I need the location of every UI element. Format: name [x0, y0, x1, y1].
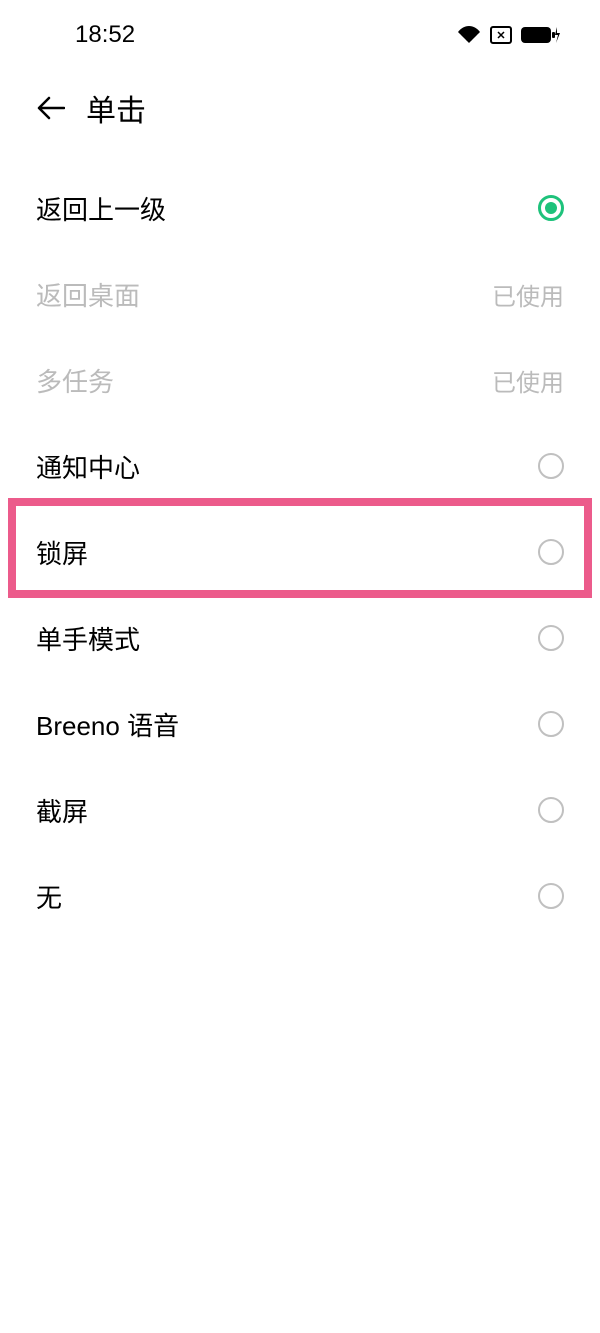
- option-label: 通知中心: [36, 448, 140, 485]
- option-screenshot[interactable]: 截屏: [0, 767, 600, 853]
- radio-unselected-icon: [538, 539, 564, 565]
- back-button[interactable]: [36, 93, 66, 123]
- radio-unselected-icon: [538, 797, 564, 823]
- radio-unselected-icon: [538, 453, 564, 479]
- header: 单击: [0, 70, 600, 145]
- option-lock-screen[interactable]: 锁屏: [0, 509, 600, 595]
- status-bar: 18:52: [0, 0, 600, 70]
- option-label: 锁屏: [36, 534, 88, 571]
- option-label: 返回上一级: [36, 190, 166, 227]
- status-used-text: 已使用: [492, 277, 564, 312]
- options-list: 返回上一级 返回桌面 已使用 多任务 已使用 通知中心 锁屏 单手模式 Bree…: [0, 145, 600, 939]
- status-used-text: 已使用: [492, 363, 564, 398]
- radio-unselected-icon: [538, 883, 564, 909]
- status-icons: [456, 25, 560, 45]
- radio-selected-icon: [538, 195, 564, 221]
- option-label: 返回桌面: [36, 276, 140, 313]
- status-time: 18:52: [75, 21, 135, 49]
- radio-unselected-icon: [538, 711, 564, 737]
- option-label: 截屏: [36, 792, 88, 829]
- arrow-left-icon: [37, 96, 65, 120]
- option-back-previous[interactable]: 返回上一级: [0, 165, 600, 251]
- option-breeno-voice[interactable]: Breeno 语音: [0, 681, 600, 767]
- option-one-hand-mode[interactable]: 单手模式: [0, 595, 600, 681]
- card-icon: [490, 26, 512, 44]
- option-none[interactable]: 无: [0, 853, 600, 939]
- option-back-home: 返回桌面 已使用: [0, 251, 600, 337]
- battery-charging-icon: [520, 25, 560, 45]
- option-multitask: 多任务 已使用: [0, 337, 600, 423]
- option-label: Breeno 语音: [36, 706, 179, 743]
- option-label: 单手模式: [36, 620, 140, 657]
- page-title: 单击: [86, 86, 146, 130]
- option-label: 无: [36, 878, 62, 915]
- option-notification-center[interactable]: 通知中心: [0, 423, 600, 509]
- wifi-icon: [456, 25, 482, 45]
- radio-unselected-icon: [538, 625, 564, 651]
- option-label: 多任务: [36, 362, 114, 399]
